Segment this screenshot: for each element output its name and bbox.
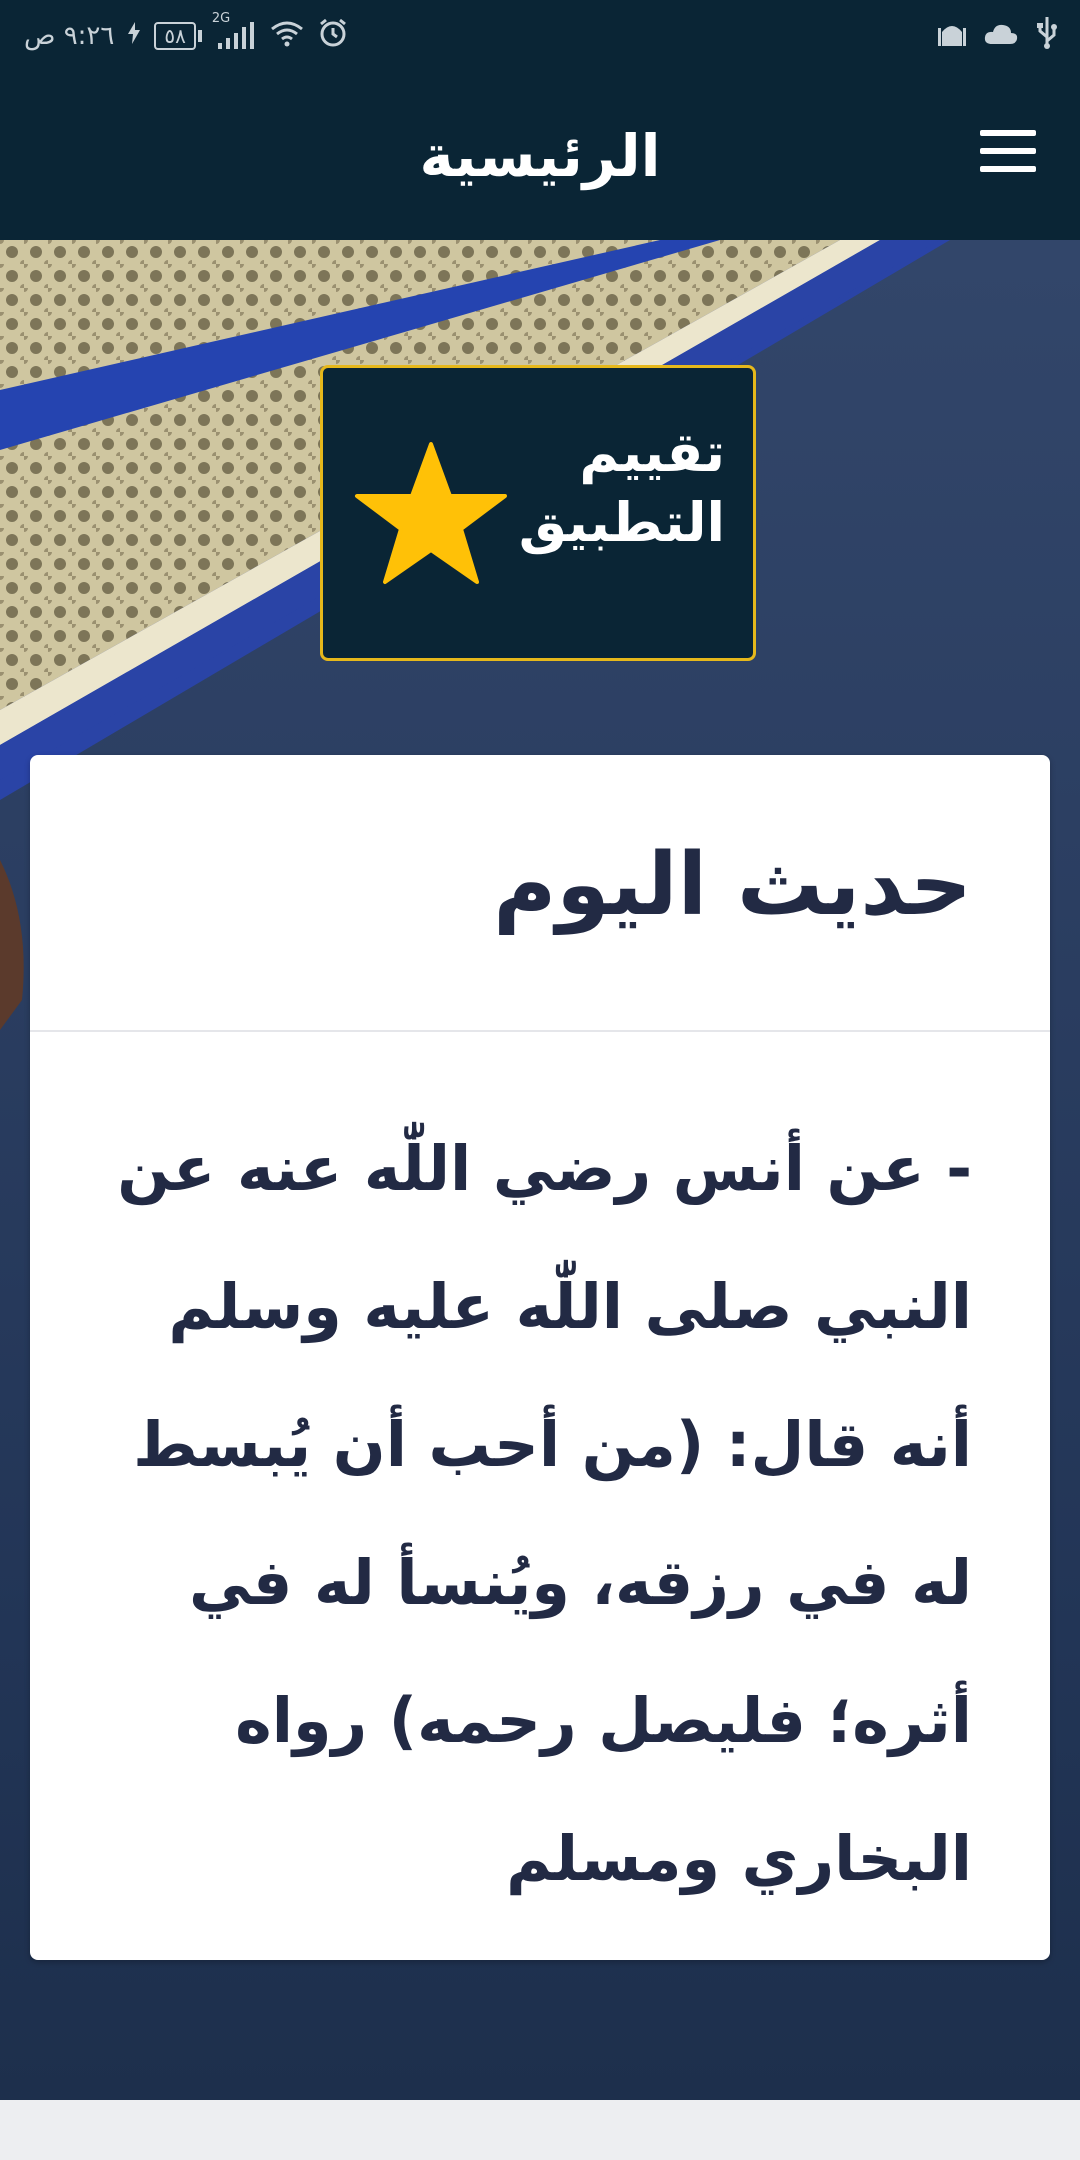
status-bar: ٩:٢٦ ص ٥٨ 2G (0, 0, 1080, 72)
app-header: الرئيسية (0, 72, 1080, 240)
charging-icon (128, 21, 141, 51)
card-divider (30, 1030, 1050, 1032)
star-icon (355, 442, 507, 584)
page-title: الرئيسية (419, 122, 661, 190)
status-bar-left: ٩:٢٦ ص ٥٨ 2G (24, 0, 348, 72)
hamburger-menu-icon (980, 130, 1036, 172)
mosque-icon (938, 20, 966, 53)
alarm-icon (318, 18, 348, 55)
cell-signal-icon: 2G (212, 11, 256, 51)
cloud-icon (984, 21, 1018, 51)
network-type: 2G (211, 11, 231, 26)
clock-text: ٩:٢٦ ص (24, 21, 115, 51)
usb-icon (1036, 16, 1058, 56)
battery-level: ٥٨ (164, 24, 186, 48)
rate-app-button[interactable]: تقييم التطبيق (320, 365, 756, 661)
hadith-text: - عن أنس رضي اللّٰه عنه عن النبي صلى الل… (117, 1132, 972, 1895)
hadith-card-title: حديث اليوم (493, 835, 972, 935)
battery-icon: ٥٨ (154, 22, 202, 50)
footer-strip (0, 2100, 1080, 2160)
rate-app-label: تقييم التطبيق (518, 421, 725, 555)
wifi-icon (270, 19, 304, 54)
status-bar-right (938, 0, 1058, 72)
hadith-of-the-day-card: حديث اليوم - عن أنس رضي اللّٰه عنه عن ال… (30, 755, 1050, 1960)
menu-button[interactable] (980, 130, 1036, 174)
